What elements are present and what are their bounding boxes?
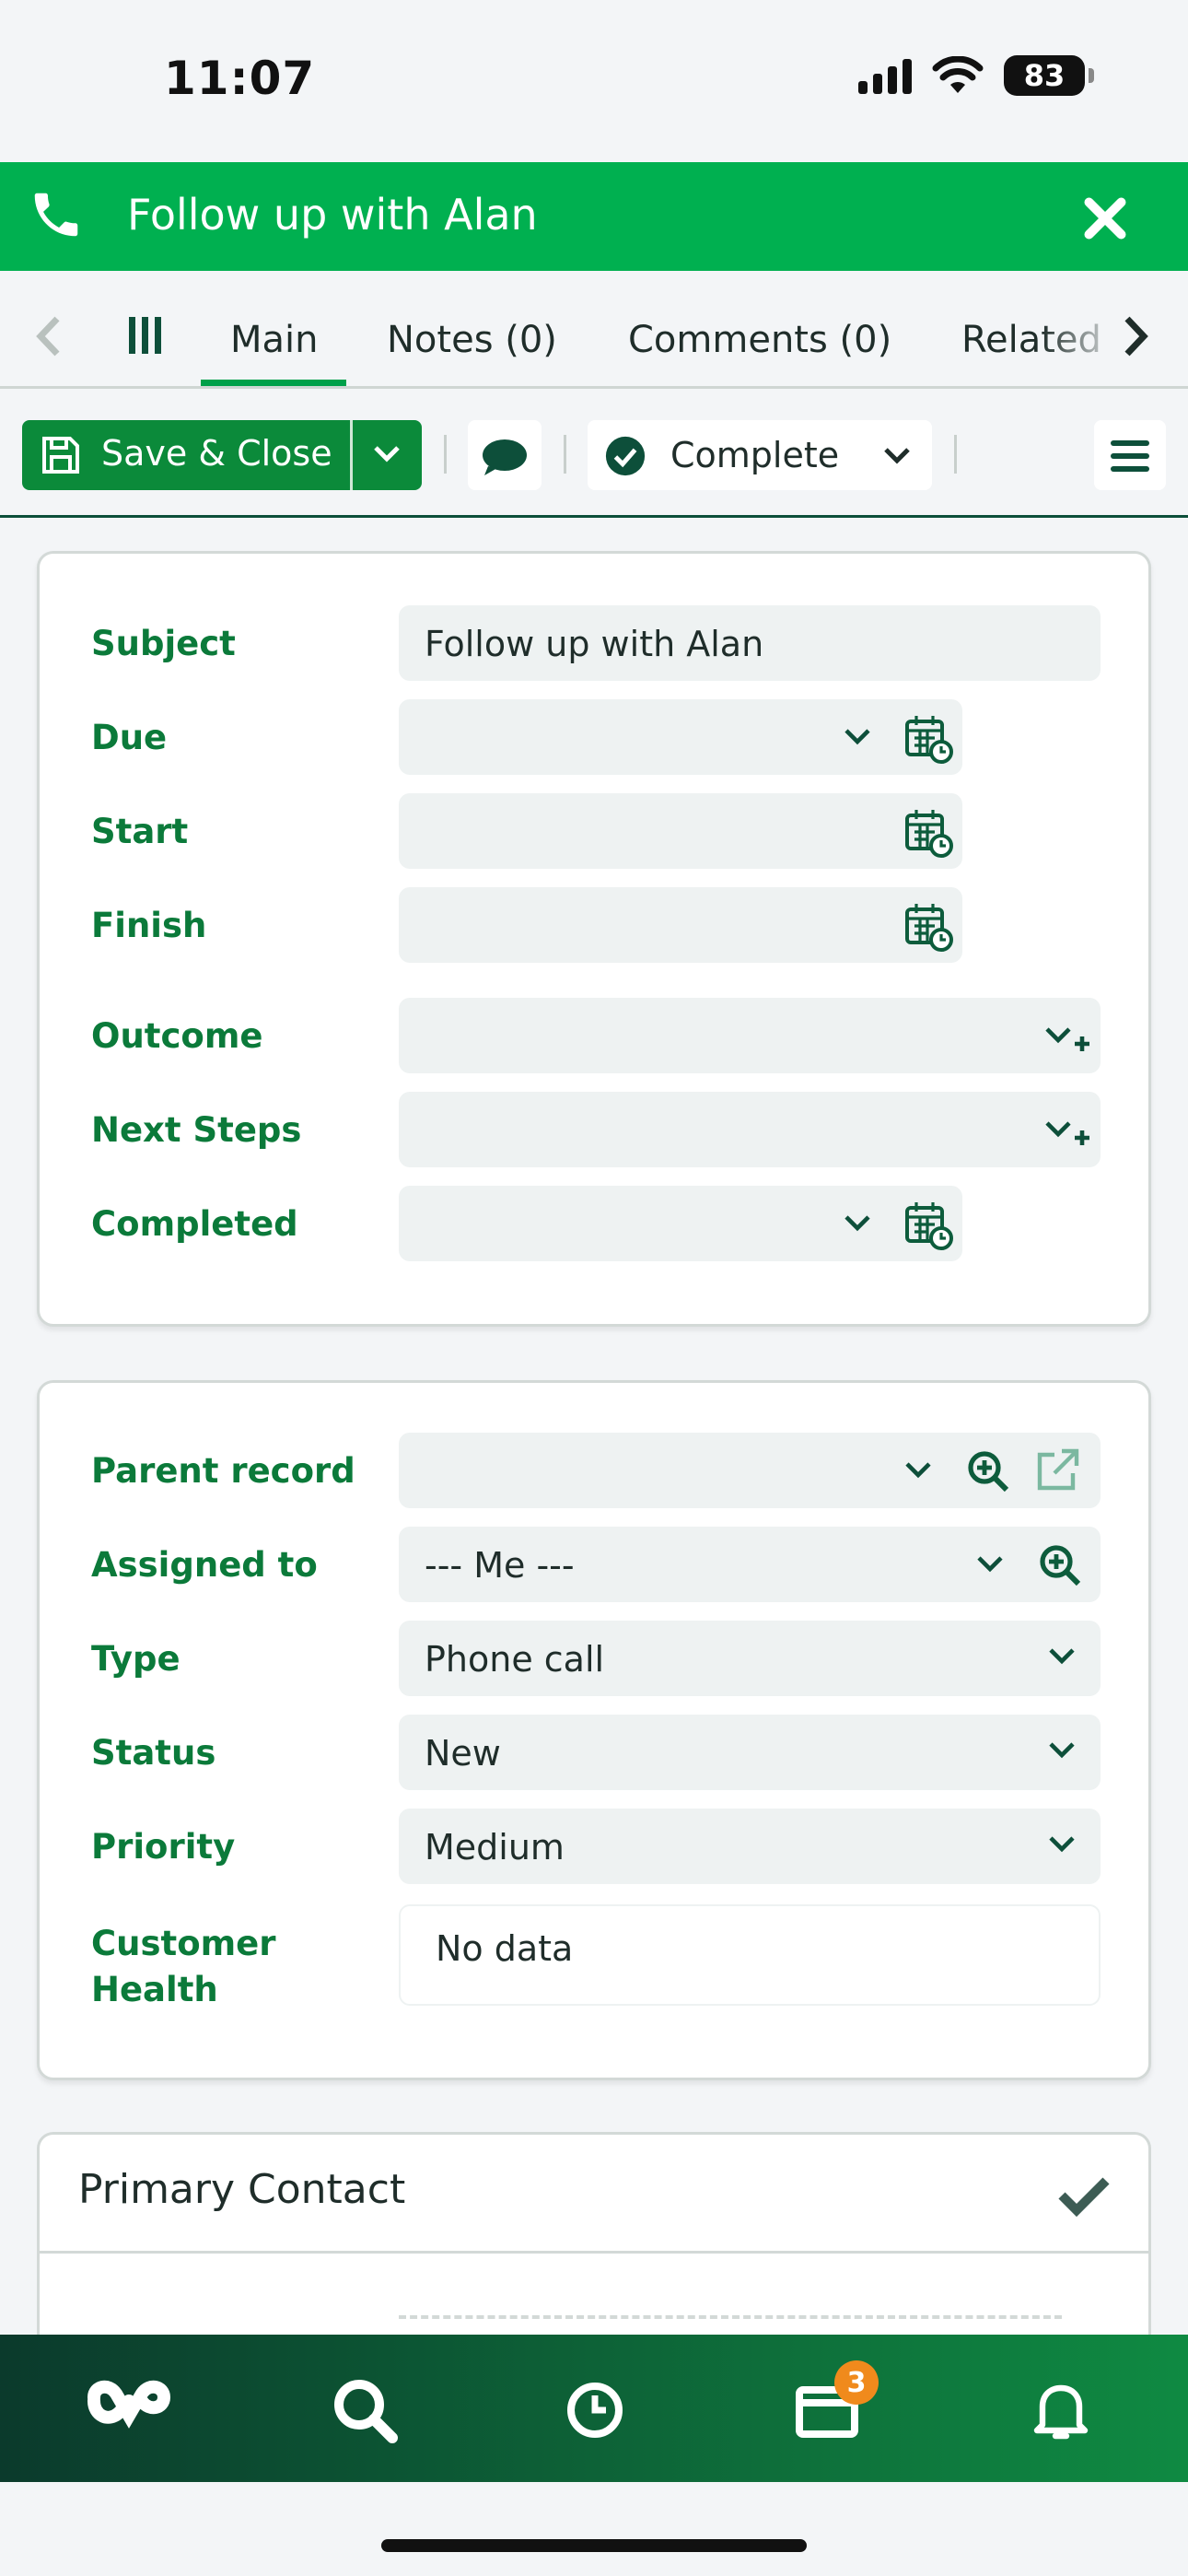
battery-icon: 83 bbox=[1004, 55, 1094, 96]
chevron-down-icon[interactable] bbox=[1047, 1737, 1077, 1762]
complete-label: Complete bbox=[670, 435, 840, 475]
app-logo-icon[interactable] bbox=[83, 2379, 175, 2443]
type-label: Type bbox=[91, 1639, 181, 1679]
priority-label: Priority bbox=[91, 1827, 236, 1867]
parent-record-label: Parent record bbox=[91, 1451, 355, 1491]
recent-clock-icon[interactable] bbox=[558, 2373, 632, 2447]
customer-health-label: Customer Health bbox=[91, 1921, 276, 2013]
phone-icon bbox=[34, 193, 78, 237]
status-label: Status bbox=[91, 1733, 216, 1773]
menu-button[interactable] bbox=[1094, 420, 1166, 490]
chevron-down-icon[interactable] bbox=[843, 723, 872, 749]
completed-label: Completed bbox=[91, 1204, 298, 1244]
status-select[interactable]: New bbox=[399, 1715, 1101, 1790]
start-label: Start bbox=[91, 812, 189, 851]
chevron-down-icon[interactable] bbox=[1047, 1643, 1077, 1669]
complete-button[interactable]: Complete bbox=[588, 420, 932, 490]
floppy-disk-icon bbox=[42, 437, 79, 474]
type-value: Phone call bbox=[425, 1639, 605, 1680]
tab-notes[interactable]: Notes (0) bbox=[387, 319, 557, 361]
home-indicator[interactable] bbox=[381, 2539, 807, 2552]
completed-date-input[interactable] bbox=[399, 1186, 962, 1261]
close-icon[interactable] bbox=[1077, 195, 1133, 241]
speech-bubble-icon bbox=[483, 439, 527, 475]
customer-health-value: No data bbox=[436, 1928, 574, 1969]
assigned-to-label: Assigned to bbox=[91, 1545, 318, 1585]
chevron-down-plus-icon[interactable] bbox=[1043, 1116, 1093, 1147]
bell-icon[interactable] bbox=[1024, 2373, 1098, 2447]
record-header: Follow up with Alan bbox=[0, 162, 1188, 271]
due-label: Due bbox=[91, 718, 168, 757]
parent-record-select[interactable] bbox=[399, 1433, 1101, 1508]
customer-health-field: No data bbox=[399, 1904, 1101, 2006]
priority-value: Medium bbox=[425, 1827, 565, 1868]
clock: 11:07 bbox=[164, 52, 316, 105]
toolbar-divider bbox=[564, 435, 566, 474]
chevron-left-icon[interactable] bbox=[31, 313, 64, 359]
search-icon[interactable] bbox=[328, 2373, 402, 2447]
toolbar-divider bbox=[954, 435, 957, 474]
toolbar-divider bbox=[444, 435, 447, 474]
chevron-down-icon[interactable] bbox=[370, 440, 403, 470]
tab-main[interactable]: Main bbox=[230, 319, 319, 361]
button-separator bbox=[350, 420, 353, 490]
external-link-icon[interactable] bbox=[1034, 1447, 1080, 1493]
chevron-down-icon[interactable] bbox=[903, 1457, 933, 1482]
inbox-badge: 3 bbox=[834, 2360, 879, 2405]
checkmark-icon[interactable] bbox=[1056, 2173, 1112, 2218]
finish-label: Finish bbox=[91, 906, 207, 945]
main-fields-card: Subject Follow up with Alan Due Start Fi… bbox=[37, 551, 1151, 1327]
section-divider bbox=[40, 2251, 1148, 2254]
assigned-to-value: --- Me --- bbox=[425, 1545, 575, 1586]
subject-input[interactable]: Follow up with Alan bbox=[399, 605, 1101, 681]
details-card: Parent record Assigned to --- Me --- Typ… bbox=[37, 1380, 1151, 2080]
calendar-clock-icon[interactable] bbox=[905, 714, 953, 764]
bottom-navigation bbox=[0, 2335, 1188, 2482]
record-title: Follow up with Alan bbox=[127, 190, 538, 240]
chevron-down-icon[interactable] bbox=[880, 442, 914, 470]
start-date-input[interactable] bbox=[399, 793, 962, 869]
home-indicator-area bbox=[0, 2482, 1188, 2576]
chevron-down-icon[interactable] bbox=[975, 1551, 1005, 1576]
tab-bar: Main Notes (0) Comments (0) Related bbox=[0, 271, 1188, 389]
chevron-down-icon[interactable] bbox=[1047, 1831, 1077, 1856]
customer-health-label-line2: Health bbox=[91, 1970, 218, 2009]
assigned-to-select[interactable]: --- Me --- bbox=[399, 1527, 1101, 1602]
columns-icon[interactable] bbox=[125, 315, 166, 356]
outcome-label: Outcome bbox=[91, 1016, 263, 1056]
customer-health-label-line1: Customer bbox=[91, 1924, 276, 1963]
tab-fade bbox=[1041, 271, 1124, 386]
cellular-signal-icon bbox=[858, 57, 912, 94]
status-value: New bbox=[425, 1733, 501, 1774]
tab-comments[interactable]: Comments (0) bbox=[628, 319, 891, 361]
calendar-clock-icon[interactable] bbox=[905, 808, 953, 858]
save-close-label: Save & Close bbox=[101, 433, 332, 474]
chevron-right-icon[interactable] bbox=[1120, 313, 1153, 359]
status-bar: 11:07 83 bbox=[0, 0, 1188, 162]
finish-date-input[interactable] bbox=[399, 887, 962, 963]
active-tab-indicator bbox=[201, 380, 346, 386]
priority-select[interactable]: Medium bbox=[399, 1809, 1101, 1884]
due-date-input[interactable] bbox=[399, 699, 962, 775]
primary-contact-title: Primary Contact bbox=[78, 2166, 406, 2213]
next-steps-select[interactable] bbox=[399, 1092, 1101, 1167]
hamburger-menu-icon bbox=[1111, 440, 1149, 472]
type-select[interactable]: Phone call bbox=[399, 1621, 1101, 1696]
subject-value: Follow up with Alan bbox=[425, 624, 764, 664]
next-steps-label: Next Steps bbox=[91, 1110, 302, 1150]
zoom-in-icon[interactable] bbox=[1038, 1543, 1082, 1587]
check-circle-icon bbox=[605, 436, 646, 476]
action-toolbar: Save & Close Complete bbox=[0, 389, 1188, 518]
save-close-button[interactable]: Save & Close bbox=[22, 420, 422, 490]
wifi-icon bbox=[932, 56, 984, 93]
calendar-clock-icon[interactable] bbox=[905, 902, 953, 952]
comment-button[interactable] bbox=[468, 420, 542, 490]
chevron-down-icon[interactable] bbox=[843, 1210, 872, 1235]
calendar-clock-icon[interactable] bbox=[905, 1200, 953, 1250]
subject-label: Subject bbox=[91, 624, 236, 663]
zoom-in-icon[interactable] bbox=[966, 1449, 1010, 1493]
chevron-down-plus-icon[interactable] bbox=[1043, 1022, 1093, 1053]
status-icons: 83 bbox=[858, 55, 1094, 96]
outcome-select[interactable] bbox=[399, 998, 1101, 1073]
